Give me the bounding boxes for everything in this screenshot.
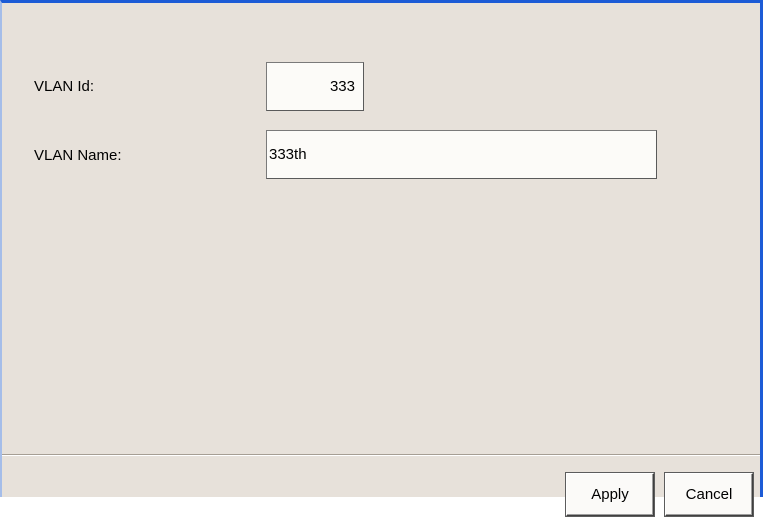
apply-button[interactable]: Apply	[566, 473, 654, 516]
button-bar-divider	[2, 454, 760, 456]
vlan-dialog: VLAN Id: VLAN Name: Apply Cancel	[0, 0, 763, 516]
cancel-button[interactable]: Cancel	[665, 473, 753, 516]
vlan-id-input[interactable]	[266, 62, 364, 111]
vlan-id-label: VLAN Id:	[34, 78, 95, 95]
vlan-name-input[interactable]	[266, 130, 657, 179]
vlan-name-label: VLAN Name:	[34, 147, 122, 164]
vlan-form: VLAN Id: VLAN Name:	[2, 3, 760, 455]
